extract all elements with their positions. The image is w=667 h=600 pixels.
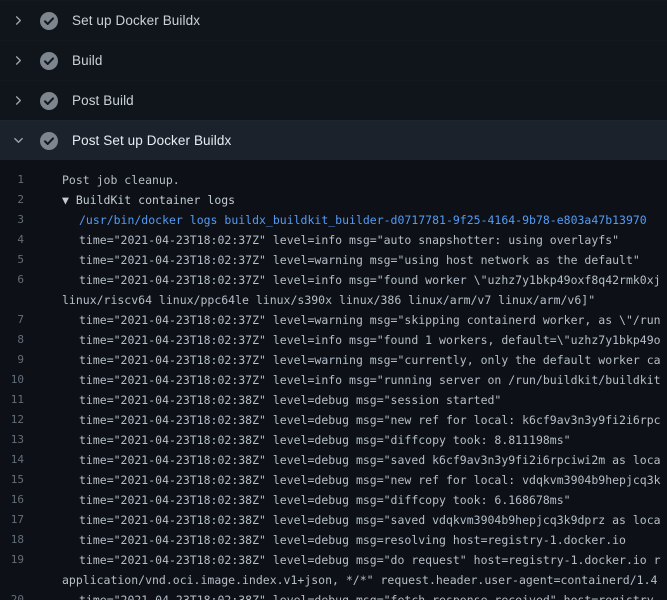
log-line-text: time="2021-04-23T18:02:37Z" level=warnin… xyxy=(79,250,667,270)
log-line-text: time="2021-04-23T18:02:38Z" level=debug … xyxy=(79,590,667,600)
log-line-number[interactable]: 7 xyxy=(0,310,24,330)
log-line-number[interactable]: 13 xyxy=(0,430,24,450)
log-line: 7 time="2021-04-23T18:02:37Z" level=warn… xyxy=(0,310,667,330)
log-line-number[interactable]: 5 xyxy=(0,250,24,270)
log-line-number[interactable]: 14 xyxy=(0,450,24,470)
log-line-text: linux/riscv64 linux/ppc64le linux/s390x … xyxy=(62,290,667,310)
step-header-build[interactable]: Build xyxy=(0,40,667,80)
job-steps-list: Set up Docker Buildx Build P xyxy=(0,0,667,160)
log-line-number[interactable]: 17 xyxy=(0,510,24,530)
log-line: 13 time="2021-04-23T18:02:38Z" level=deb… xyxy=(0,430,667,450)
log-line-number[interactable]: 8 xyxy=(0,330,24,350)
log-line-text: time="2021-04-23T18:02:38Z" level=debug … xyxy=(79,390,667,410)
log-line: 6 time="2021-04-23T18:02:37Z" level=info… xyxy=(0,270,667,290)
log-line-number[interactable]: 15 xyxy=(0,470,24,490)
log-line-text: application/vnd.oci.image.index.v1+json,… xyxy=(62,570,667,590)
step-header-post-set-up-docker-buildx[interactable]: Post Set up Docker Buildx xyxy=(0,120,667,160)
log-line-number[interactable]: 11 xyxy=(0,390,24,410)
log-line-number[interactable]: 20 xyxy=(0,590,24,600)
log-line: 5 time="2021-04-23T18:02:37Z" level=warn… xyxy=(0,250,667,270)
chevron-down-icon[interactable] xyxy=(11,134,25,148)
log-line-number[interactable]: 10 xyxy=(0,370,24,390)
step-title: Build xyxy=(72,53,103,68)
check-circle-icon xyxy=(39,91,59,111)
log-line-number[interactable]: 16 xyxy=(0,490,24,510)
log-line-text: time="2021-04-23T18:02:38Z" level=debug … xyxy=(79,490,667,510)
log-line: application/vnd.oci.image.index.v1+json,… xyxy=(0,570,667,590)
step-header-set-up-docker-buildx[interactable]: Set up Docker Buildx xyxy=(0,0,667,40)
log-line: 15 time="2021-04-23T18:02:38Z" level=deb… xyxy=(0,470,667,490)
chevron-right-icon[interactable] xyxy=(11,14,25,28)
log-line: 2 ▼ BuildKit container logs xyxy=(0,190,667,210)
log-line-number[interactable] xyxy=(0,570,24,590)
log-line-text: time="2021-04-23T18:02:38Z" level=debug … xyxy=(79,550,667,570)
log-line-text: time="2021-04-23T18:02:38Z" level=debug … xyxy=(79,510,667,530)
check-circle-icon xyxy=(39,51,59,71)
check-circle-icon xyxy=(39,131,59,151)
log-line: 16 time="2021-04-23T18:02:38Z" level=deb… xyxy=(0,490,667,510)
log-line-text: time="2021-04-23T18:02:38Z" level=debug … xyxy=(79,450,667,470)
log-line-number[interactable]: 3 xyxy=(0,210,24,230)
log-line-number[interactable]: 1 xyxy=(0,170,24,190)
log-line-text: time="2021-04-23T18:02:38Z" level=debug … xyxy=(79,410,667,430)
log-line-text: time="2021-04-23T18:02:38Z" level=debug … xyxy=(79,470,667,490)
log-line-number[interactable]: 2 xyxy=(0,190,24,210)
step-header-post-build[interactable]: Post Build xyxy=(0,80,667,120)
step-title: Post Build xyxy=(72,93,134,108)
log-line-text: time="2021-04-23T18:02:37Z" level=warnin… xyxy=(79,350,667,370)
log-line: 12 time="2021-04-23T18:02:38Z" level=deb… xyxy=(0,410,667,430)
log-line-text: time="2021-04-23T18:02:37Z" level=info m… xyxy=(79,370,667,390)
workflow-log-viewer: Set up Docker Buildx Build P xyxy=(0,0,667,600)
log-line: 14 time="2021-04-23T18:02:38Z" level=deb… xyxy=(0,450,667,470)
log-panel[interactable]: 1 Post job cleanup. 2 ▼ BuildKit contain… xyxy=(0,160,667,600)
check-circle-icon xyxy=(39,11,59,31)
chevron-right-icon[interactable] xyxy=(11,54,25,68)
log-line-text: time="2021-04-23T18:02:37Z" level=warnin… xyxy=(79,310,667,330)
log-line-text: time="2021-04-23T18:02:37Z" level=info m… xyxy=(79,330,667,350)
log-line-text: time="2021-04-23T18:02:38Z" level=debug … xyxy=(79,430,667,450)
step-title: Set up Docker Buildx xyxy=(72,13,200,28)
log-line-text: time="2021-04-23T18:02:37Z" level=info m… xyxy=(79,270,667,290)
log-line-text: /usr/bin/docker logs buildx_buildkit_bui… xyxy=(79,210,667,230)
log-line-number[interactable]: 4 xyxy=(0,230,24,250)
log-line: 4 time="2021-04-23T18:02:37Z" level=info… xyxy=(0,230,667,250)
log-line: 17 time="2021-04-23T18:02:38Z" level=deb… xyxy=(0,510,667,530)
log-line-text[interactable]: ▼ BuildKit container logs xyxy=(62,190,667,210)
log-line: 9 time="2021-04-23T18:02:37Z" level=warn… xyxy=(0,350,667,370)
log-line: 19 time="2021-04-23T18:02:38Z" level=deb… xyxy=(0,550,667,570)
log-line-text: Post job cleanup. xyxy=(62,170,667,190)
log-line: 10 time="2021-04-23T18:02:37Z" level=inf… xyxy=(0,370,667,390)
log-line-number[interactable]: 18 xyxy=(0,530,24,550)
log-line: linux/riscv64 linux/ppc64le linux/s390x … xyxy=(0,290,667,310)
log-line-number[interactable]: 19 xyxy=(0,550,24,570)
log-line-number[interactable]: 9 xyxy=(0,350,24,370)
log-line-number[interactable] xyxy=(0,290,24,310)
log-line-text: time="2021-04-23T18:02:38Z" level=debug … xyxy=(79,530,667,550)
log-line-number[interactable]: 6 xyxy=(0,270,24,290)
log-line: 3 /usr/bin/docker logs buildx_buildkit_b… xyxy=(0,210,667,230)
step-title: Post Set up Docker Buildx xyxy=(72,133,231,148)
log-line-text: time="2021-04-23T18:02:37Z" level=info m… xyxy=(79,230,667,250)
log-line-number[interactable]: 12 xyxy=(0,410,24,430)
log-line: 20 time="2021-04-23T18:02:38Z" level=deb… xyxy=(0,590,667,600)
log-line: 18 time="2021-04-23T18:02:38Z" level=deb… xyxy=(0,530,667,550)
log-line: 11 time="2021-04-23T18:02:38Z" level=deb… xyxy=(0,390,667,410)
chevron-right-icon[interactable] xyxy=(11,94,25,108)
log-line: 8 time="2021-04-23T18:02:37Z" level=info… xyxy=(0,330,667,350)
log-line: 1 Post job cleanup. xyxy=(0,170,667,190)
